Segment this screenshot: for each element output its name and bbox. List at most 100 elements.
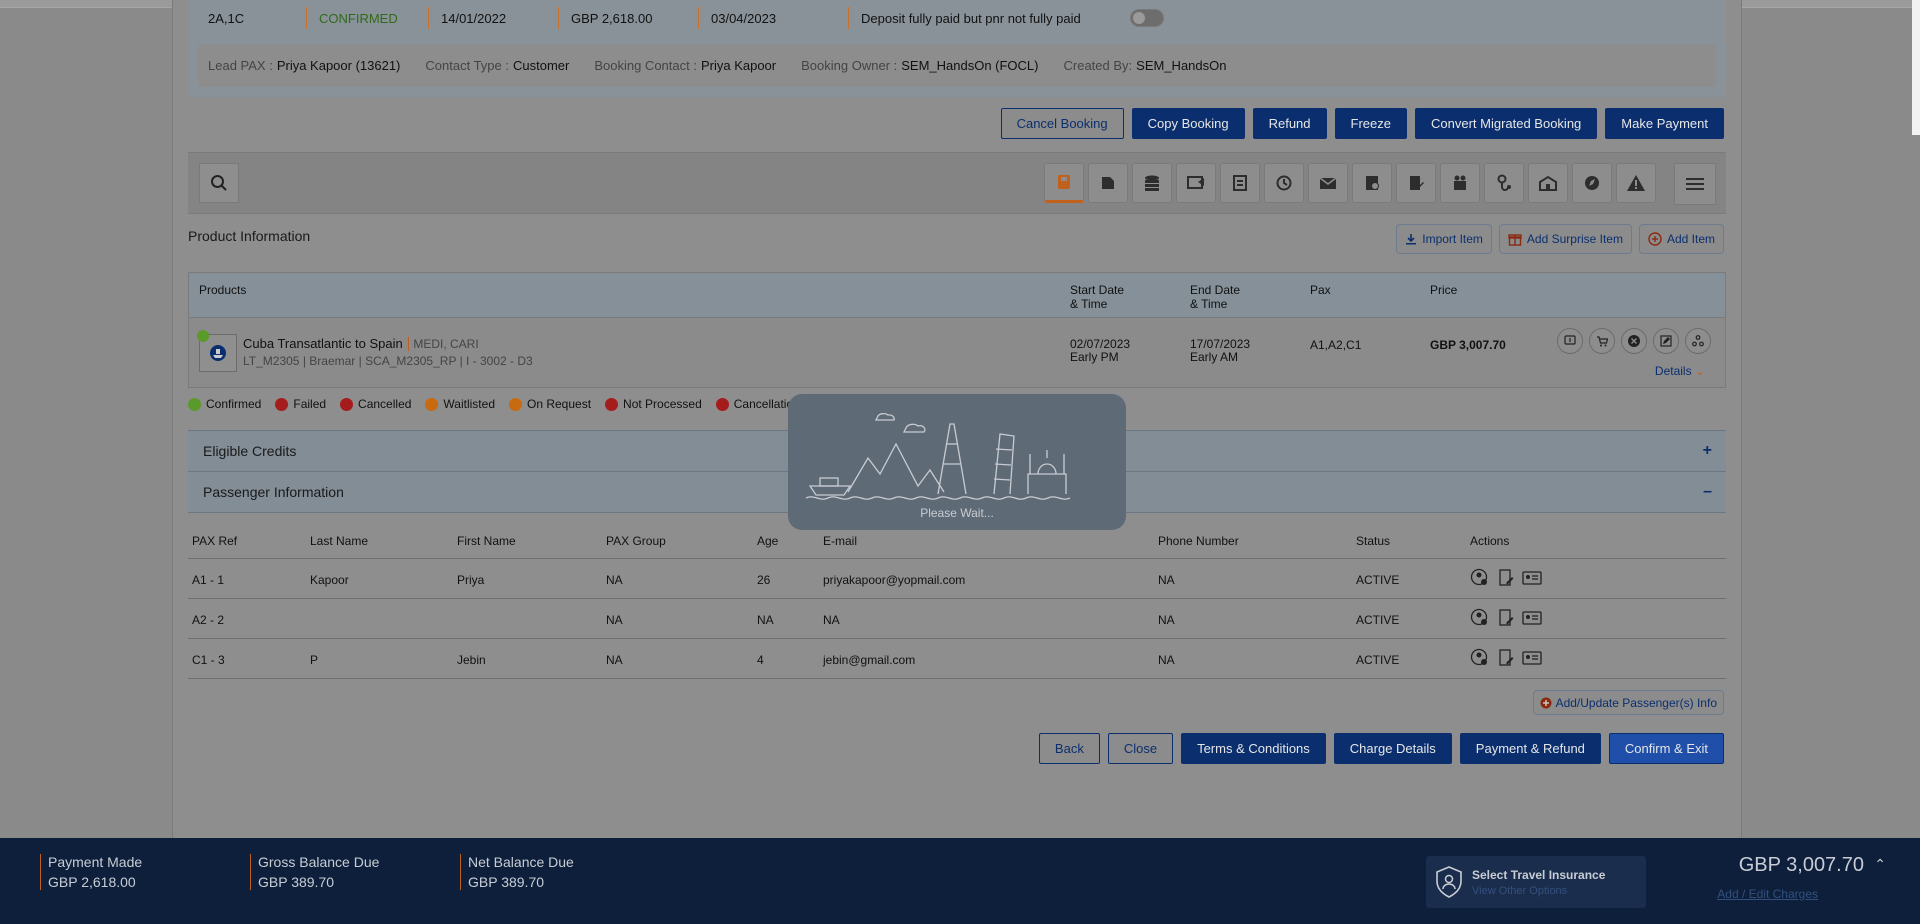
travel-insurance-text: Select Travel Insurance View Other Optio… <box>1472 868 1605 897</box>
convert-migrated-booking-button[interactable]: Convert Migrated Booking <box>1414 108 1598 139</box>
chevron-up-icon[interactable]: ⌃ <box>1874 856 1886 873</box>
last-name: Kapoor <box>310 573 349 587</box>
age: 26 <box>757 573 771 587</box>
edit-doc-action[interactable] <box>1496 569 1516 587</box>
col-end-line2: & Time <box>1190 297 1228 311</box>
profile-action[interactable] <box>1470 568 1490 587</box>
summary-toggle[interactable] <box>1130 9 1164 27</box>
import-item-button[interactable]: Import Item <box>1396 224 1492 254</box>
email: jebin@gmail.com <box>823 653 916 667</box>
legend-not-processed-label: Not Processed <box>623 397 702 411</box>
lead-pax-label: Lead PAX : <box>208 58 273 73</box>
search-button[interactable] <box>199 163 239 203</box>
history-tab[interactable] <box>1264 163 1304 203</box>
product-name: Cuba Transatlantic to Spain <box>243 336 403 351</box>
passengers-tab[interactable] <box>1440 163 1480 203</box>
terms-conditions-button[interactable]: Terms & Conditions <box>1181 733 1326 764</box>
legend-confirmed-label: Confirmed <box>206 397 262 411</box>
legend-on-request: On Request <box>509 397 591 411</box>
bottom-actions: Back Close Terms & Conditions Charge Det… <box>1038 733 1724 764</box>
legend-not-processed: Not Processed <box>605 397 702 411</box>
itinerary-tab[interactable] <box>1044 163 1084 203</box>
table-row: A1 - 1 Kapoor Priya NA 26 priyakapoor@yo… <box>188 559 1726 599</box>
add-edit-charges-link[interactable]: Add / Edit Charges <box>1717 887 1818 901</box>
profile-action[interactable] <box>1470 608 1490 627</box>
cart-button[interactable] <box>1589 328 1615 354</box>
document-edit-icon <box>1499 569 1514 586</box>
close-button[interactable]: Close <box>1107 733 1174 764</box>
medical-tab[interactable] <box>1484 163 1524 203</box>
share-item-button[interactable] <box>1685 328 1711 354</box>
copy-booking-button[interactable]: Copy Booking <box>1131 108 1245 139</box>
view-other-options-link[interactable]: View Other Options <box>1472 885 1605 897</box>
eligible-credits-title: Eligible Credits <box>203 443 297 459</box>
row-actions <box>1470 648 1542 667</box>
col-age: Age <box>757 534 779 548</box>
hotel-tab[interactable] <box>1528 163 1568 203</box>
pax-ref: A2 - 2 <box>192 613 225 627</box>
confirm-exit-button[interactable]: Confirm & Exit <box>1608 733 1724 764</box>
charge-details-button[interactable]: Charge Details <box>1333 733 1452 764</box>
history-icon <box>1276 175 1292 191</box>
contact-type-label: Contact Type : <box>425 58 509 73</box>
document-edit-icon <box>1499 609 1514 626</box>
cancel-booking-button[interactable]: Cancel Booking <box>1000 108 1124 139</box>
summary-pax: 2A,1C <box>208 10 245 26</box>
edit-doc-action[interactable] <box>1496 609 1516 627</box>
status: ACTIVE <box>1356 613 1400 627</box>
edit-item-button[interactable] <box>1653 328 1679 354</box>
booking-contact-label: Booking Contact : <box>594 58 697 73</box>
info-icon <box>1564 335 1576 345</box>
invoice-tab[interactable] <box>1352 163 1392 203</box>
id-card-icon <box>1522 571 1542 585</box>
documents-tab[interactable] <box>1088 163 1128 203</box>
document-edit-icon <box>1499 649 1514 666</box>
col-start-line2: & Time <box>1070 297 1108 311</box>
payment-made: Payment Made GBP 2,618.00 <box>40 854 142 890</box>
product-table-header: Products Start Date & Time End Date & Time… <box>188 272 1726 318</box>
travel-insurance-box[interactable]: Select Travel Insurance View Other Optio… <box>1426 856 1646 908</box>
add-update-passenger-button[interactable]: Add/Update Passenger(s) Info <box>1532 690 1724 715</box>
x-circle-icon <box>340 397 354 411</box>
col-last-name: Last Name <box>310 534 369 548</box>
id-card-action[interactable] <box>1522 609 1542 627</box>
profile-action[interactable] <box>1470 648 1490 667</box>
id-card-action[interactable] <box>1522 649 1542 667</box>
menu-button[interactable] <box>1674 163 1716 205</box>
payments-tab[interactable] <box>1132 163 1172 203</box>
net-balance-label: Net Balance Due <box>468 854 574 870</box>
freeze-button[interactable]: Freeze <box>1334 108 1407 139</box>
send-tab[interactable] <box>1176 163 1216 203</box>
summary-payment-note: Deposit fully paid but pnr not fully pai… <box>848 7 1120 29</box>
scrollbar[interactable] <box>1912 0 1920 135</box>
refund-button[interactable]: Refund <box>1252 108 1327 139</box>
summary-status: CONFIRMED <box>306 7 428 29</box>
payment-refund-button[interactable]: Payment & Refund <box>1459 733 1601 764</box>
legend-on-request-label: On Request <box>527 397 592 411</box>
notes-tab[interactable] <box>1220 163 1260 203</box>
cancel-item-button[interactable] <box>1621 328 1647 354</box>
warning-tab[interactable] <box>1616 163 1656 203</box>
booking-toolbar <box>188 152 1726 214</box>
make-payment-button[interactable]: Make Payment <box>1605 108 1724 139</box>
summary-travel-date: 03/04/2023 <box>698 7 848 29</box>
back-button[interactable]: Back <box>1038 733 1100 764</box>
start-time: Early PM <box>1070 350 1119 364</box>
compass-tab[interactable] <box>1572 163 1612 203</box>
end-date: 17/07/2023 <box>1190 337 1251 351</box>
gross-balance-due: Gross Balance Due GBP 389.70 <box>250 854 379 890</box>
info-button[interactable] <box>1557 328 1583 354</box>
status-legend: Confirmed Failed Cancelled Waitlisted On… <box>188 397 836 411</box>
age: NA <box>757 613 774 627</box>
row-actions <box>1470 568 1542 587</box>
edit-doc-tab[interactable] <box>1396 163 1436 203</box>
email-tab[interactable] <box>1308 163 1348 203</box>
add-surprise-item-button[interactable]: Add Surprise Item <box>1498 224 1632 254</box>
details-link[interactable]: Details ⌄ <box>1655 364 1705 378</box>
row-actions <box>1470 608 1542 627</box>
id-card-action[interactable] <box>1522 569 1542 587</box>
table-row: C1 - 3 P Jebin NA 4 jebin@gmail.com NA A… <box>188 639 1726 679</box>
add-item-button[interactable]: Add Item <box>1638 224 1724 254</box>
download-icon <box>1406 234 1417 245</box>
edit-doc-action[interactable] <box>1496 649 1516 667</box>
